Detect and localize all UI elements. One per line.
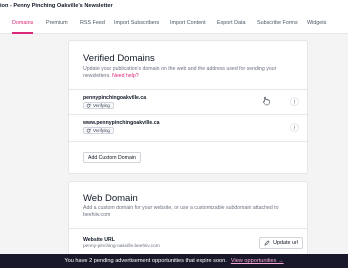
domain-name: pennypinchingoakville.ca [83, 95, 147, 101]
domain-actions-button[interactable] [290, 123, 299, 132]
verified-domains-card: Verified Domains Update your publication… [68, 40, 308, 174]
banner-text: You have 2 pending advertisement opportu… [64, 258, 227, 264]
verified-domains-description: Update your publication's domain on the … [83, 66, 298, 81]
tab-export-data[interactable]: Export Data [217, 20, 245, 26]
advertisement-banner: You have 2 pending advertisement opportu… [0, 254, 348, 268]
more-vertical-icon [294, 125, 295, 130]
update-url-button[interactable]: Update url [259, 237, 303, 249]
add-custom-domain-button[interactable]: Add Custom Domain [83, 152, 141, 163]
active-tab-indicator [12, 32, 33, 34]
help-link[interactable]: Need help? [112, 73, 139, 79]
web-domain-title: Web Domain [83, 193, 138, 204]
status-badge: Verifying [83, 127, 114, 134]
tab-import-content[interactable]: Import Content [170, 20, 206, 26]
website-url-value: penny-pinching-oakville.beehiiv.com [83, 244, 160, 249]
view-opportunities-link[interactable]: View opportunities → [231, 258, 284, 264]
tab-import-subscribers[interactable]: Import Subscribers [114, 20, 159, 26]
status-badge-label: Verifying [93, 103, 110, 108]
tab-rss-feed[interactable]: RSS Feed [80, 20, 105, 26]
update-url-label: Update url [273, 240, 298, 246]
tab-widgets[interactable]: Widgets [307, 20, 326, 26]
website-url-label: Website URL [83, 237, 115, 243]
web-domain-description: Add a custom domain for your website, or… [83, 205, 279, 219]
hand-cursor-icon [262, 96, 270, 106]
divider [69, 114, 307, 115]
domain-name: www.pennypinchingoakville.ca [83, 120, 160, 126]
divider [69, 141, 307, 142]
top-bar: ion - Penny Pinching Oakville's Newslett… [0, 0, 348, 13]
status-badge-label: Verifying [93, 128, 110, 133]
pencil-icon [264, 240, 270, 246]
page-title: ion - Penny Pinching Oakville's Newslett… [0, 3, 113, 9]
refresh-icon [86, 103, 91, 108]
divider [69, 228, 307, 229]
tab-premium[interactable]: Premium [46, 20, 68, 26]
settings-tabs: Domains Premium RSS Feed Import Subscrib… [0, 13, 348, 34]
divider [69, 89, 307, 90]
refresh-icon [86, 128, 91, 133]
domain-actions-button[interactable] [290, 97, 299, 106]
status-badge: Verifying [83, 102, 114, 109]
more-vertical-icon [294, 99, 295, 104]
tab-domains[interactable]: Domains [12, 20, 33, 26]
verified-domains-title: Verified Domains [83, 53, 155, 64]
tab-subscribe-forms[interactable]: Subscribe Forms [257, 20, 298, 26]
